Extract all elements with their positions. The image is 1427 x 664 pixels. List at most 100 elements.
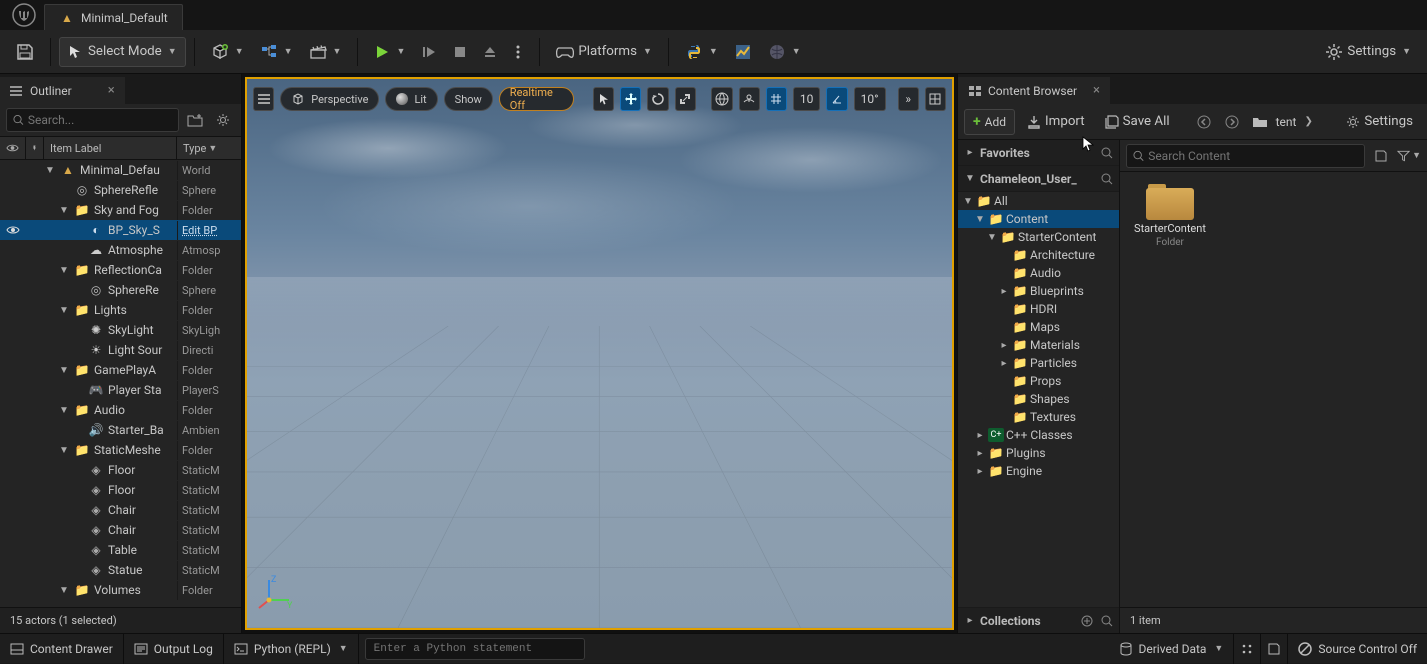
tree-twisty[interactable]: ▸ [998, 286, 1010, 297]
save-all-button[interactable]: Save All [1097, 107, 1178, 137]
grid4-icon[interactable] [1234, 634, 1261, 664]
content-browser-tab[interactable]: Content Browser × [958, 77, 1110, 104]
assets-search-input[interactable] [1148, 149, 1358, 163]
select-mode-button[interactable]: Select Mode ▼ [59, 37, 186, 67]
viewport-overflow-button[interactable]: » [898, 87, 919, 111]
project-section[interactable]: ▼ Chameleon_User_ [958, 166, 1119, 192]
outliner-row[interactable]: ✺SkyLightSkyLigh [0, 320, 241, 340]
eject-button[interactable] [475, 37, 505, 67]
cinematics-button[interactable]: ▼ [301, 37, 350, 67]
source-tree-row[interactable]: ▼📁Content [958, 210, 1119, 228]
tree-twisty[interactable]: ▸ [998, 358, 1010, 369]
tool-button-b[interactable]: ▼ [760, 37, 809, 67]
outliner-row[interactable]: ◈ChairStaticM [0, 500, 241, 520]
outliner-folder-plus-button[interactable] [183, 108, 207, 132]
source-tree-row[interactable]: ▸📁Blueprints [958, 282, 1119, 300]
save-status-icon[interactable] [1261, 634, 1288, 664]
tree-twisty[interactable] [998, 304, 1010, 315]
python-input-wrap[interactable] [365, 638, 585, 660]
source-tree-row[interactable]: ▼📁All [958, 192, 1119, 210]
tree-twisty[interactable]: ▸ [974, 466, 986, 477]
outliner-row[interactable]: ▼▲Minimal_DefauWorld [0, 160, 241, 180]
assets-search[interactable] [1126, 144, 1365, 168]
tree-twisty[interactable]: ▼ [974, 214, 986, 225]
favorites-section[interactable]: ▸ Favorites [958, 140, 1119, 166]
outliner-row[interactable]: ◈FloorStaticM [0, 460, 241, 480]
cb-settings-button[interactable]: Settings [1338, 107, 1421, 137]
visibility-toggle[interactable] [0, 225, 26, 235]
level-tab[interactable]: ▲ Minimal_Default [44, 4, 183, 30]
outliner-row[interactable]: ▼📁GamePlayAFolder [0, 360, 241, 380]
outliner-row[interactable]: ▼📁StaticMesheFolder [0, 440, 241, 460]
outliner-row[interactable]: ◈StatueStaticM [0, 560, 241, 580]
outliner-row[interactable]: ◈FloorStaticM [0, 480, 241, 500]
source-tree-row[interactable]: ▸C+C++ Classes [958, 426, 1119, 444]
tree-twisty[interactable]: ▼ [986, 232, 998, 243]
tool-button-a[interactable] [726, 37, 760, 67]
close-icon[interactable]: × [108, 83, 115, 98]
tree-twisty[interactable] [998, 394, 1010, 405]
outliner-search[interactable] [6, 108, 179, 132]
asset-grid[interactable]: StarterContentFolder [1120, 172, 1427, 607]
step-button[interactable] [413, 37, 445, 67]
outliner-settings-button[interactable] [211, 108, 235, 132]
tree-twisty[interactable]: ▼ [44, 161, 56, 180]
visibility-column-icon[interactable] [0, 137, 26, 159]
outliner-row[interactable]: ▼📁ReflectionCaFolder [0, 260, 241, 280]
search-icon[interactable] [1101, 615, 1113, 627]
stop-button[interactable] [445, 37, 475, 67]
select-tool[interactable] [593, 87, 614, 111]
play-options-button[interactable] [505, 37, 531, 67]
translate-tool[interactable] [620, 87, 641, 111]
tree-twisty[interactable] [998, 322, 1010, 333]
platforms-button[interactable]: Platforms▼ [548, 37, 660, 67]
path-crumb[interactable]: tent [1276, 115, 1297, 129]
outliner-row[interactable]: ◈ChairStaticM [0, 520, 241, 540]
outliner-row[interactable]: 🔊Starter_BaAmbien [0, 420, 241, 440]
history-forward-button[interactable] [1220, 110, 1244, 134]
angle-snap-button[interactable] [826, 87, 847, 111]
history-back-button[interactable] [1192, 110, 1216, 134]
add-button[interactable]: +Add [964, 109, 1015, 135]
sources-tree[interactable]: ▼📁All▼📁Content▼📁StarterContent 📁Architec… [958, 192, 1119, 607]
outliner-row[interactable]: ◎SphereReSphere [0, 280, 241, 300]
python-repl-button[interactable]: Python (REPL)▼ [224, 634, 359, 664]
search-icon[interactable] [1101, 147, 1113, 159]
surface-snap-button[interactable] [739, 87, 760, 111]
add-actor-button[interactable]: ▼ [203, 37, 252, 67]
outliner-row[interactable]: ☀Light SourDirecti [0, 340, 241, 360]
save-button[interactable] [8, 37, 42, 67]
close-icon[interactable]: × [1093, 83, 1100, 98]
tree-twisty[interactable]: ▼ [58, 201, 70, 220]
outliner-search-input[interactable] [28, 113, 172, 127]
tree-twisty[interactable]: ▸ [998, 340, 1010, 351]
show-button[interactable]: Show [444, 87, 493, 111]
outliner-row[interactable]: ▼📁AudioFolder [0, 400, 241, 420]
outliner-row[interactable]: ☁AtmospheAtmosp [0, 240, 241, 260]
derived-data-button[interactable]: Derived Data▼ [1109, 634, 1235, 664]
outliner-tab[interactable]: Outliner × [0, 77, 125, 104]
play-button[interactable]: ▼ [366, 37, 413, 67]
tree-twisty[interactable]: ▼ [58, 581, 70, 600]
tree-twisty[interactable]: ▼ [962, 196, 974, 207]
tree-twisty[interactable]: ▼ [58, 401, 70, 420]
viewport-menu-button[interactable] [253, 87, 274, 111]
tree-twisty[interactable] [998, 268, 1010, 279]
level-viewport[interactable]: Perspective Lit Show Realtime Off 10 10°… [245, 77, 954, 630]
outliner-row[interactable]: ◐BP_Sky_SEdit BP [0, 220, 241, 240]
grid-snap-button[interactable] [766, 87, 787, 111]
tree-twisty[interactable]: ▼ [58, 301, 70, 320]
tree-twisty[interactable] [998, 412, 1010, 423]
output-log-button[interactable]: Output Log [124, 634, 224, 664]
python-toolbar-button[interactable]: ▼ [677, 37, 726, 67]
type-header[interactable]: Type ▼ [177, 137, 241, 159]
asset-item[interactable]: StarterContentFolder [1130, 182, 1210, 248]
chevron-right-icon[interactable]: ❯ [1304, 116, 1312, 127]
source-tree-row[interactable]: ▸📁Engine [958, 462, 1119, 480]
source-control-button[interactable]: Source Control Off [1288, 634, 1427, 664]
outliner-row[interactable]: ◎SphereRefleSphere [0, 180, 241, 200]
rotate-tool[interactable] [647, 87, 668, 111]
tree-twisty[interactable]: ▸ [974, 430, 986, 441]
source-tree-row[interactable]: ▸📁Plugins [958, 444, 1119, 462]
outliner-row[interactable]: ▼📁Sky and FogFolder [0, 200, 241, 220]
